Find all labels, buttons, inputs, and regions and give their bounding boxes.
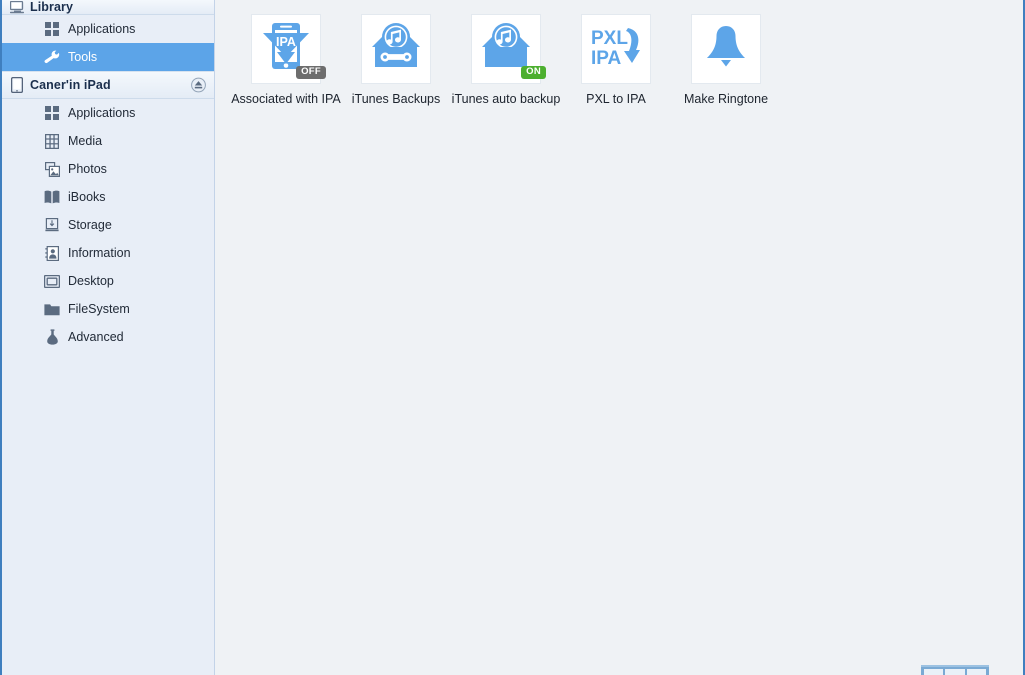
tool-label: iTunes Backups [351, 92, 441, 106]
svg-text:PXL: PXL [591, 28, 628, 49]
sidebar-item-storage[interactable]: Storage [2, 211, 214, 239]
sidebar-group-device-label: Caner'in iPad [30, 78, 111, 92]
monitor-icon [8, 0, 26, 15]
sidebar-item-label: Applications [68, 106, 136, 120]
sidebar-group-library[interactable]: Library [2, 0, 214, 15]
sidebar-item-tools[interactable]: Tools [2, 43, 214, 71]
grid-apps-icon [42, 19, 62, 39]
eject-icon[interactable] [191, 77, 206, 93]
storage-bar-segment [966, 669, 986, 675]
book-icon [42, 187, 62, 207]
sidebar: Library Applications Tools Caner'in iPad… [2, 0, 215, 675]
tool-tile[interactable] [361, 14, 431, 84]
sidebar-item-label: Photos [68, 162, 107, 176]
film-icon [42, 131, 62, 151]
display-icon [42, 271, 62, 291]
tool-pxl-to-ipa[interactable]: PXL IPA PXL to IPA [561, 10, 671, 106]
grid-apps-icon [42, 103, 62, 123]
tool-associated-with-ipa[interactable]: IPA OFF Associated with IPA [231, 10, 341, 106]
tool-itunes-backups[interactable]: iTunes Backups [341, 10, 451, 106]
sidebar-item-label: Tools [68, 50, 98, 64]
photo-icon [42, 159, 62, 179]
tool-itunes-auto-backup[interactable]: ON iTunes auto backup [451, 10, 561, 106]
sidebar-item-label: Applications [68, 22, 136, 36]
svg-text:IPA: IPA [591, 48, 622, 69]
svg-text:IPA: IPA [276, 35, 296, 49]
storage-bar-segment [945, 669, 965, 675]
wrench-icon [42, 47, 62, 67]
bell-icon [701, 23, 751, 76]
sidebar-group-device[interactable]: Caner'in iPad [2, 71, 214, 99]
sidebar-item-label: iBooks [68, 190, 106, 204]
tool-tile[interactable]: ON [471, 14, 546, 84]
application-window: Library Applications Tools Caner'in iPad… [0, 0, 1025, 675]
flask-icon [42, 327, 62, 347]
tool-label: iTunes auto backup [451, 92, 561, 106]
sidebar-item-advanced[interactable]: Advanced [2, 323, 214, 351]
sidebar-item-label: Advanced [68, 330, 124, 344]
status-badge: ON [521, 65, 546, 79]
sidebar-item-applications-device[interactable]: Applications [2, 99, 214, 127]
sidebar-item-information[interactable]: Information [2, 239, 214, 267]
sidebar-item-media[interactable]: Media [2, 127, 214, 155]
sidebar-item-label: Media [68, 134, 103, 148]
ipad-icon [8, 77, 26, 93]
tool-label: Associated with IPA [231, 92, 341, 106]
storage-bar-fragment [921, 665, 989, 675]
sidebar-group-library-label: Library [30, 0, 74, 14]
itunes-backup-wrench-icon [368, 21, 424, 78]
tool-label: PXL to IPA [586, 92, 646, 106]
tools-grid: IPA OFF Associated with IPA iTunes Backu… [215, 0, 1023, 106]
sidebar-item-applications-library[interactable]: Applications [2, 15, 214, 43]
tool-tile[interactable]: PXL IPA [581, 14, 651, 84]
folder-icon [42, 299, 62, 319]
tool-label: Make Ringtone [683, 92, 769, 106]
status-badge: OFF [296, 65, 326, 79]
sidebar-item-filesystem[interactable]: FileSystem [2, 295, 214, 323]
sidebar-item-label: FileSystem [68, 302, 130, 316]
tool-tile[interactable] [691, 14, 761, 84]
main-content: IPA OFF Associated with IPA iTunes Backu… [215, 0, 1023, 675]
sidebar-item-label: Desktop [68, 274, 114, 288]
tool-tile[interactable]: IPA OFF [251, 14, 326, 84]
sidebar-item-desktop[interactable]: Desktop [2, 267, 214, 295]
sidebar-item-label: Storage [68, 218, 112, 232]
contact-card-icon [42, 243, 62, 263]
sidebar-item-ibooks[interactable]: iBooks [2, 183, 214, 211]
sidebar-item-photos[interactable]: Photos [2, 155, 214, 183]
tool-make-ringtone[interactable]: Make Ringtone [671, 10, 781, 106]
pxl-to-ipa-icon: PXL IPA [587, 23, 645, 76]
storage-bar-segment [924, 669, 944, 675]
usb-drive-icon [42, 215, 62, 235]
sidebar-item-label: Information [68, 246, 131, 260]
